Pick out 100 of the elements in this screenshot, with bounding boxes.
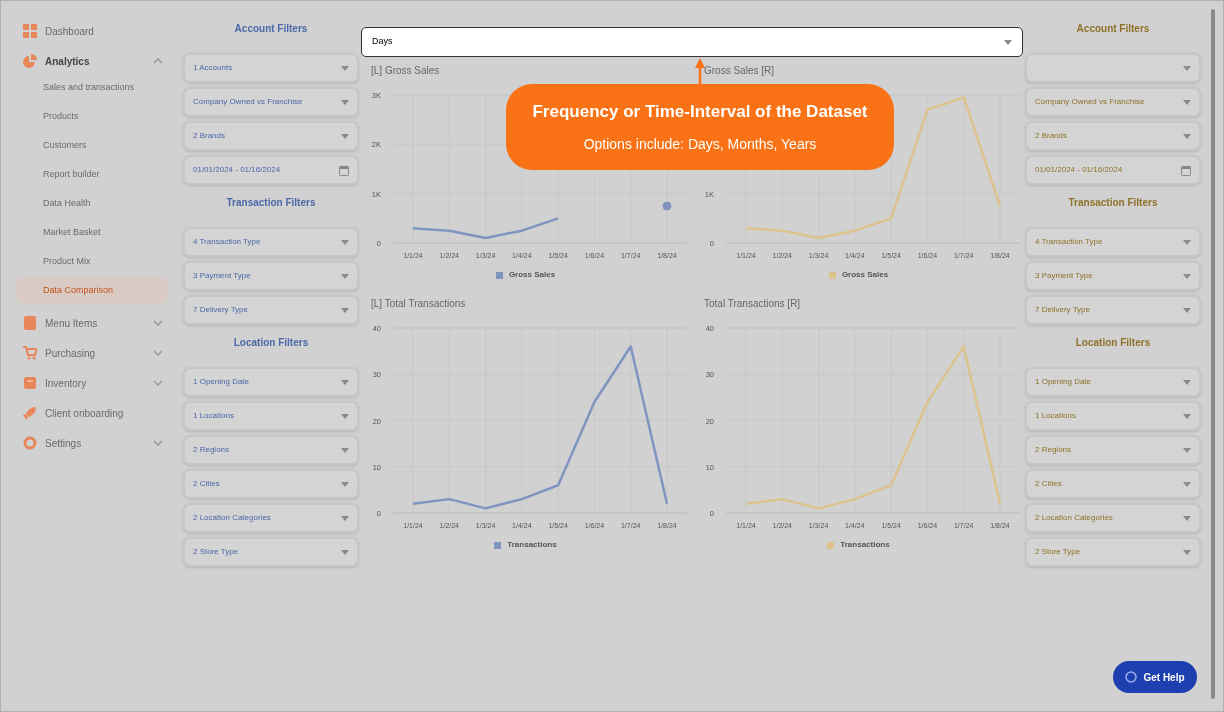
caret-icon — [341, 239, 349, 245]
nav-subitem[interactable]: Product Mix — [17, 249, 167, 274]
date-range-field[interactable]: 01/01/2024 - 01/16/2024 — [1025, 155, 1201, 185]
chevron-down-icon[interactable] — [153, 320, 163, 326]
caret-icon — [341, 515, 349, 521]
caret-icon — [1183, 273, 1191, 279]
date-range-field[interactable]: 01/01/2024 - 01/16/2024 — [183, 155, 359, 185]
grid-icon — [23, 24, 37, 38]
box-icon — [23, 376, 37, 390]
chart-title: [L] Total Transactions — [371, 297, 466, 311]
caret-icon — [1183, 447, 1191, 453]
caret-icon — [341, 447, 349, 453]
caret-icon — [341, 65, 349, 71]
callout-title: Frequency or Time-Interval of the Dataset — [532, 100, 868, 123]
legend-swatch — [494, 541, 502, 549]
caret-icon — [1183, 99, 1191, 105]
filter-dropdown[interactable] — [1025, 53, 1201, 83]
legend-swatch — [495, 271, 503, 279]
filter-dropdown[interactable]: 4 Transaction Type — [1025, 227, 1201, 257]
chevron-up-icon[interactable] — [153, 58, 163, 64]
nav-subitem[interactable]: Products — [17, 104, 167, 129]
filter-dropdown[interactable]: 1 Opening Date — [1025, 367, 1201, 397]
filter-dropdown[interactable]: 1 Accounts — [183, 53, 359, 83]
chevron-down-icon[interactable] — [153, 350, 163, 356]
caret-icon — [341, 413, 349, 419]
legend-label: Gross Sales — [508, 269, 556, 281]
filter-dropdown[interactable]: Company Owned vs Franchise — [183, 87, 359, 117]
filter-dropdown[interactable]: 2 Regions — [1025, 435, 1201, 465]
callout-text: Options include: Days, Months, Years — [583, 135, 817, 155]
filter-dropdown[interactable]: 2 Cities — [1025, 469, 1201, 499]
filter-dropdown[interactable]: 2 Brands — [1025, 121, 1201, 151]
chart-title: Total Transactions [R] — [704, 297, 801, 311]
filter-dropdown[interactable]: 1 Locations — [1025, 401, 1201, 431]
filter-dropdown[interactable]: 3 Payment Type — [1025, 261, 1201, 291]
filter-dropdown[interactable]: 2 Regions — [183, 435, 359, 465]
caret-icon — [1004, 39, 1012, 45]
filter-dropdown[interactable]: 1 Opening Date — [183, 367, 359, 397]
nav-item[interactable]: Inventory — [45, 375, 145, 391]
nav-subitem[interactable]: Sales and transactions — [17, 75, 167, 100]
caret-icon — [341, 379, 349, 385]
legend-label: Transactions — [840, 539, 890, 551]
data-point — [662, 201, 672, 211]
caret-icon — [1183, 515, 1191, 521]
pie-chart-icon — [23, 54, 37, 68]
caret-icon — [341, 133, 349, 139]
section-title: Location Filters — [232, 336, 310, 350]
filter-dropdown[interactable]: 2 Location Categories — [183, 503, 359, 533]
filter-dropdown[interactable]: 3 Payment Type — [183, 261, 359, 291]
caret-icon — [1183, 239, 1191, 245]
book-icon — [23, 316, 37, 330]
interval-dropdown[interactable]: Days — [361, 27, 1023, 57]
section-title: Location Filters — [1074, 336, 1152, 350]
rocket-icon — [23, 406, 37, 420]
nav-subitem[interactable]: Data Comparison — [17, 278, 167, 303]
filter-dropdown[interactable]: 2 Location Categories — [1025, 503, 1201, 533]
filter-dropdown[interactable]: 2 Store Type — [1025, 537, 1201, 567]
settings-icon — [23, 436, 37, 450]
nav-item[interactable]: Analytics — [45, 53, 145, 69]
nav-item[interactable]: Dashboard — [45, 23, 163, 39]
caret-icon — [341, 549, 349, 555]
filter-dropdown[interactable]: 4 Transaction Type — [183, 227, 359, 257]
nav-item[interactable]: Client onboarding — [45, 405, 163, 421]
filter-dropdown[interactable]: 7 Delivery Type — [1025, 295, 1201, 325]
legend-swatch — [828, 271, 836, 279]
chevron-down-icon[interactable] — [153, 440, 163, 446]
caret-icon — [1183, 413, 1191, 419]
legend-label: Gross Sales — [841, 269, 889, 281]
section-title: Transaction Filters — [225, 196, 317, 210]
caret-icon — [1183, 65, 1191, 71]
filter-dropdown[interactable]: 2 Store Type — [183, 537, 359, 567]
chevron-down-icon[interactable] — [153, 380, 163, 386]
filter-dropdown[interactable]: Company Owned vs Franchise — [1025, 87, 1201, 117]
scrollbar[interactable] — [1211, 9, 1215, 699]
cart-icon — [23, 346, 37, 360]
help-button[interactable]: Get Help — [1113, 661, 1197, 693]
nav-subitem[interactable]: Report builder — [17, 162, 167, 187]
caret-icon — [1183, 549, 1191, 555]
caret-icon — [341, 99, 349, 105]
nav-subitem[interactable]: Market Basket — [17, 220, 167, 245]
filter-dropdown[interactable]: 2 Cities — [183, 469, 359, 499]
caret-icon — [341, 481, 349, 487]
section-title: Account Filters — [233, 22, 309, 36]
nav-item[interactable]: Purchasing — [45, 345, 145, 361]
filter-dropdown[interactable]: 2 Brands — [183, 121, 359, 151]
caret-icon — [1183, 481, 1191, 487]
caret-icon — [1183, 307, 1191, 313]
caret-icon — [341, 273, 349, 279]
chart-title: Gross Sales [R] — [704, 64, 775, 78]
nav-item[interactable]: Menu Items — [45, 315, 145, 331]
caret-icon — [1183, 133, 1191, 139]
nav-item[interactable]: Settings — [45, 435, 145, 451]
filter-dropdown[interactable]: 1 Locations — [183, 401, 359, 431]
nav-subitem[interactable]: Customers — [17, 133, 167, 158]
nav-subitem[interactable]: Data Health — [17, 191, 167, 216]
calendar-icon — [1181, 164, 1191, 176]
legend-label: Transactions — [507, 539, 557, 551]
caret-icon — [341, 307, 349, 313]
caret-icon — [1183, 379, 1191, 385]
filter-dropdown[interactable]: 7 Delivery Type — [183, 295, 359, 325]
section-title: Transaction Filters — [1067, 196, 1159, 210]
